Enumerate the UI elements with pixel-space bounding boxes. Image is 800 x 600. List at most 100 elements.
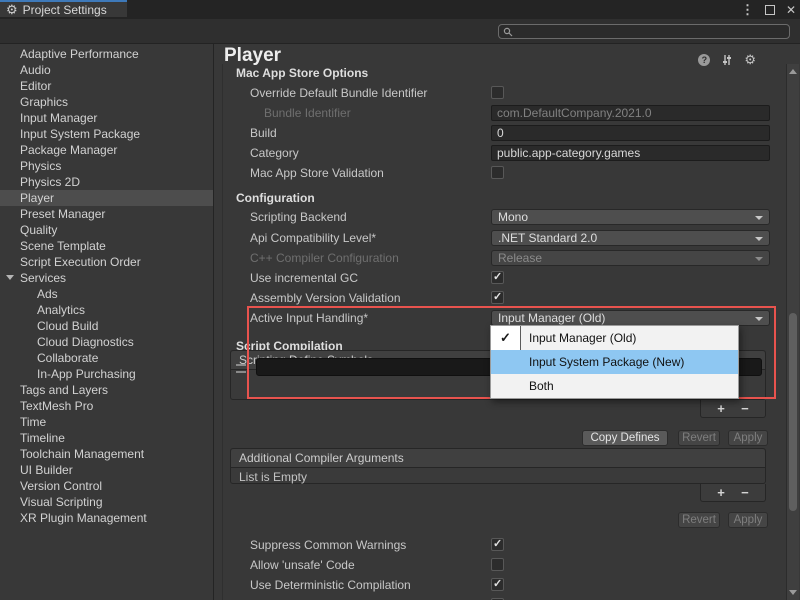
sidebar-item-label: Toolchain Management	[20, 447, 144, 461]
sidebar-item[interactable]: Toolchain Management	[0, 446, 213, 462]
bundle-identifier-field[interactable]: com.DefaultCompany.2021.0	[491, 105, 770, 121]
sidebar-item-label: Editor	[20, 79, 51, 93]
suppress-common-warnings-checkbox[interactable]: ✓	[491, 538, 504, 551]
check-icon: ✓	[493, 579, 503, 590]
sidebar-item-label: Collaborate	[37, 351, 98, 365]
override-bundle-identifier-checkbox[interactable]: ✓	[491, 86, 504, 99]
sidebar-item[interactable]: Scene Template	[0, 238, 213, 254]
menu-item-label: Input System Package (New)	[529, 355, 684, 369]
sidebar-item[interactable]: Version Control	[0, 478, 213, 494]
sidebar-item[interactable]: Timeline	[0, 430, 213, 446]
allow-unsafe-code-checkbox[interactable]: ✓	[491, 558, 504, 571]
sidebar-item[interactable]: Physics 2D	[0, 174, 213, 190]
category-field[interactable]: public.app-category.games	[491, 145, 770, 161]
sidebar-item[interactable]: Physics	[0, 158, 213, 174]
use-deterministic-compilation-checkbox[interactable]: ✓	[491, 578, 504, 591]
add-button[interactable]: +	[717, 486, 725, 499]
help-icon[interactable]: ?	[698, 54, 710, 66]
search-box[interactable]	[498, 24, 790, 39]
scroll-down-icon[interactable]	[789, 590, 797, 595]
sidebar-item[interactable]: Tags and Layers	[0, 382, 213, 398]
sidebar-item-label: Scene Template	[20, 239, 106, 253]
use-incremental-gc-checkbox[interactable]: ✓	[491, 271, 504, 284]
build-field[interactable]: 0	[491, 125, 770, 141]
row-assembly-version-validation: Assembly Version Validation ✓	[214, 289, 784, 307]
sidebar-item[interactable]: Preset Manager	[0, 206, 213, 222]
sidebar-item[interactable]: Quality	[0, 222, 213, 238]
sidebar-item[interactable]: Player	[0, 190, 213, 206]
sidebar-item[interactable]: Audio	[0, 62, 213, 78]
close-icon[interactable]: ✕	[786, 3, 796, 17]
sidebar-item[interactable]: Collaborate	[0, 350, 213, 366]
sidebar-item-label: Physics 2D	[20, 175, 80, 189]
sidebar-item[interactable]: Cloud Build	[0, 318, 213, 334]
sidebar-item[interactable]: Services	[0, 270, 213, 286]
apply-button[interactable]: Apply	[728, 512, 768, 528]
remove-button[interactable]: −	[741, 486, 749, 499]
copy-defines-button[interactable]: Copy Defines	[582, 430, 668, 446]
sidebar-item-label: Package Manager	[20, 143, 117, 157]
scroll-up-icon[interactable]	[789, 69, 797, 74]
drag-handle-icon[interactable]	[236, 364, 246, 373]
sidebar-item[interactable]: Visual Scripting	[0, 494, 213, 510]
revert-button[interactable]: Revert	[678, 430, 720, 446]
scripting-backend-dropdown[interactable]: Mono	[491, 209, 770, 225]
sidebar-item-label: UI Builder	[20, 463, 73, 477]
sidebar-item-label: Audio	[20, 63, 51, 77]
cpp-compiler-configuration-dropdown: Release	[491, 250, 770, 266]
search-icon	[503, 27, 513, 37]
sidebar-item-label: Graphics	[20, 95, 68, 109]
revert-button[interactable]: Revert	[678, 512, 720, 528]
list-empty-label: List is Empty	[231, 468, 765, 485]
toolbar	[0, 19, 800, 44]
sidebar-item[interactable]: Adaptive Performance	[0, 46, 213, 62]
remove-button[interactable]: −	[741, 402, 749, 415]
window-menu-icon[interactable]: ⋮	[741, 2, 754, 18]
sidebar-item[interactable]: Ads	[0, 286, 213, 302]
sidebar-item-label: Cloud Build	[37, 319, 98, 333]
menu-item[interactable]: ✓ Input System Package (New)	[491, 350, 738, 374]
apply-button[interactable]: Apply	[728, 430, 768, 446]
foldout-triangle-icon[interactable]	[6, 275, 14, 280]
sidebar-item[interactable]: Time	[0, 414, 213, 430]
maximize-icon[interactable]	[765, 5, 775, 15]
sidebar-item[interactable]: Analytics	[0, 302, 213, 318]
sidebar-item[interactable]: Graphics	[0, 94, 213, 110]
chevron-down-icon	[755, 216, 763, 220]
row-use-incremental-gc: Use incremental GC ✓	[214, 269, 784, 287]
menu-item-label: Input Manager (Old)	[529, 331, 636, 345]
tab-title: Project Settings	[23, 3, 107, 17]
row-cpp-compiler-configuration: C++ Compiler Configuration Release	[214, 249, 784, 267]
sidebar-item[interactable]: Input Manager	[0, 110, 213, 126]
assembly-version-validation-checkbox[interactable]: ✓	[491, 291, 504, 304]
sidebar-item-label: Input Manager	[20, 111, 97, 125]
row-api-compatibility: Api Compatibility Level* .NET Standard 2…	[214, 229, 784, 247]
sidebar-item[interactable]: XR Plugin Management	[0, 510, 213, 526]
sidebar-item[interactable]: In-App Purchasing	[0, 366, 213, 382]
scrollbar-thumb[interactable]	[789, 313, 797, 511]
tab-project-settings[interactable]: ⚙ Project Settings	[0, 0, 127, 17]
api-compatibility-dropdown[interactable]: .NET Standard 2.0	[491, 230, 770, 246]
sidebar-item[interactable]: Input System Package	[0, 126, 213, 142]
active-input-handling-dropdown[interactable]: Input Manager (Old)	[491, 310, 770, 326]
vertical-scrollbar[interactable]	[786, 64, 799, 600]
row-partial	[214, 596, 784, 600]
sidebar-item[interactable]: UI Builder	[0, 462, 213, 478]
search-input[interactable]	[513, 25, 777, 39]
sidebar-item-label: Tags and Layers	[20, 383, 108, 397]
sidebar-item[interactable]: Script Execution Order	[0, 254, 213, 270]
sidebar-item-label: Time	[20, 415, 46, 429]
sidebar-item[interactable]: Cloud Diagnostics	[0, 334, 213, 350]
sidebar-item[interactable]: Package Manager	[0, 142, 213, 158]
menu-item[interactable]: ✓ Input Manager (Old)	[491, 326, 738, 350]
add-button[interactable]: +	[717, 402, 725, 415]
sidebar-item[interactable]: TextMesh Pro	[0, 398, 213, 414]
menu-check-gutter: ✓	[491, 374, 521, 398]
settings-gear-icon[interactable]: ⚙	[744, 53, 756, 66]
mac-app-store-validation-checkbox[interactable]: ✓	[491, 166, 504, 179]
presets-icon[interactable]	[721, 54, 733, 66]
menu-item[interactable]: ✓ Both	[491, 374, 738, 398]
sidebar-item-label: Physics	[20, 159, 61, 173]
sidebar-item[interactable]: Editor	[0, 78, 213, 94]
sidebar-item-label: Script Execution Order	[20, 255, 141, 269]
